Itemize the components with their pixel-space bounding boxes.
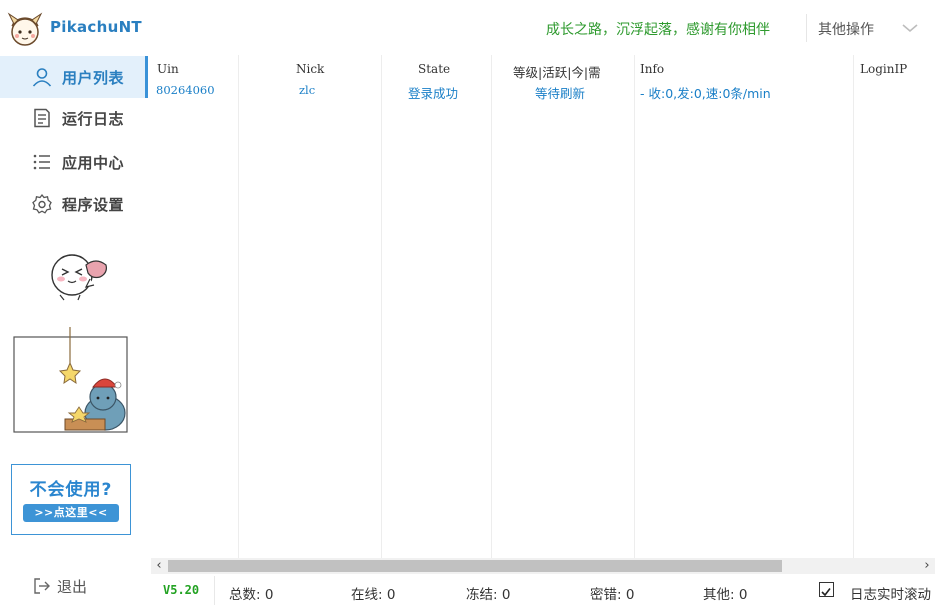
log-icon [34,108,50,128]
cell-uin: 80264060 [156,83,215,97]
header-divider [806,14,807,42]
cell-info: - 收:0,发:0,速:0条/min [640,86,771,101]
column-header-state[interactable]: State [418,62,450,76]
sidebar-item-label: 应用中心 [62,153,125,172]
user-icon [32,68,52,87]
logout-label: 退出 [57,577,88,596]
column-header-uin[interactable]: Uin [157,62,179,76]
log-scroll-label: 日志实时滚动 [850,587,931,603]
sidebar-item-settings[interactable]: 程序设置 [0,183,148,225]
app-logo-icon [7,12,43,46]
stat-online: 在线: 0 [351,587,396,603]
stat-total: 总数: 0 [229,587,274,603]
sidebar-item-app-center[interactable]: 应用中心 [0,141,148,183]
stat-other: 其他: 0 [703,587,748,603]
sidebar-item-run-log[interactable]: 运行日志 [0,97,148,139]
scroll-left-icon[interactable]: ‹ [151,558,167,574]
cell-state: 登录成功 [408,86,459,101]
column-header-loginip[interactable]: LoginIP [860,62,907,76]
list-icon [33,154,50,170]
stat-frozen: 冻结: 0 [466,587,511,603]
column-header-info[interactable]: Info [640,62,664,76]
scroll-right-icon[interactable]: › [919,558,935,574]
horizontal-scrollbar[interactable]: ‹ › [151,558,935,574]
column-header-nick[interactable]: Nick [296,62,324,76]
sidebar-item-label: 用户列表 [62,68,125,87]
sidebar-item-label: 运行日志 [62,109,125,128]
logout-icon [34,578,50,594]
gear-icon [32,193,52,214]
chevron-down-icon[interactable] [900,21,920,35]
stat-password-error: 密错: 0 [590,587,635,603]
other-actions-menu[interactable]: 其他操作 [818,19,874,39]
logout-button[interactable]: 退出 [0,572,148,600]
header-slogan: 成长之路，沉浮起落，感谢有你相伴 [546,22,770,38]
help-banner[interactable]: 不会使用? >>点这里<< [11,464,131,535]
column-divider [853,55,854,558]
status-bar: V5.20 总数: 0 在线: 0 冻结: 0 密错: 0 其他: 0 日志实时… [151,576,935,605]
app-title: PikachuNT [50,18,142,36]
cell-nick: zlc [299,83,316,97]
column-divider [634,55,635,558]
help-title: 不会使用? [29,480,113,500]
sidebar: 用户列表 运行日志 应用中心 程序设置 不会使用? >>点这里<< 退出 [0,55,148,605]
help-button[interactable]: >>点这里<< [23,504,119,522]
column-divider [381,55,382,558]
status-divider [214,576,215,605]
sidebar-item-user-list[interactable]: 用户列表 [0,56,148,98]
sticker-blush-face-image [51,254,107,301]
column-header-level[interactable]: 等级|活跃|今|需 [513,62,601,81]
log-scroll-checkbox[interactable] [819,582,834,597]
sticker-cat-star-image [13,327,128,433]
sidebar-item-label: 程序设置 [62,195,125,214]
version-label: V5.20 [163,583,200,597]
column-divider [491,55,492,558]
user-table: Uin Nick State 等级|活跃|今|需 Info LoginIP 80… [151,55,935,558]
column-divider [238,55,239,558]
scrollbar-thumb[interactable] [168,560,782,572]
cell-level: 等待刷新 [535,86,586,101]
checkmark-icon [821,588,831,597]
